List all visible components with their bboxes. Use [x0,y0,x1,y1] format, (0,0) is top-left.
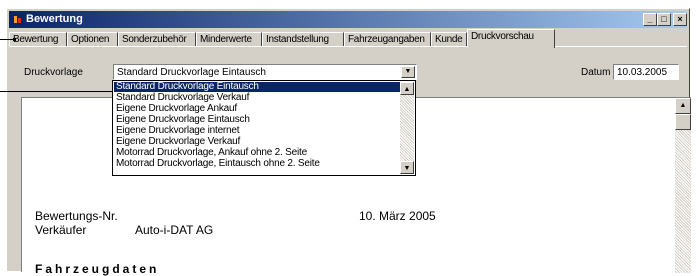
dropdown-option[interactable]: Motorrad Druckvorlage, Ankauf ohne 2. Se… [114,148,400,158]
close-button[interactable]: × [673,13,687,26]
tab-fahrzeugangaben[interactable]: Fahrzeugangaben [344,32,431,47]
datum-field[interactable]: 10.03.2005 [613,64,679,80]
tab-sonderzubehoer[interactable]: Sonderzubehör [118,32,196,47]
window-title: Bewertung [26,13,83,25]
minimize-button[interactable]: _ [643,13,657,26]
dropdown-option[interactable]: Eigene Druckvorlage Eintausch [114,115,400,125]
scroll-thumb[interactable] [675,114,691,130]
app-icon [12,14,24,25]
tab-bewertung[interactable]: Bewertung [9,32,67,47]
datum-value: 10.03.2005 [617,67,668,78]
dropdown-option[interactable]: Motorrad Druckvorlage, Eintausch ohne 2.… [114,159,400,169]
druckvorlage-value: Standard Druckvorlage Eintausch [117,67,266,78]
druckvorlage-select[interactable]: Standard Druckvorlage Eintausch ▼ [113,64,417,80]
scroll-up-icon[interactable]: ▲ [675,98,691,114]
tab-kunde[interactable]: Kunde [431,32,467,47]
dropdown-option[interactable]: Eigene Druckvorlage Verkauf [114,137,400,147]
callout-dot [13,38,16,41]
fahrzeugdaten-heading: Fahrzeugdaten [35,262,160,276]
verkaeufer-label: Verkäufer [35,223,87,237]
tab-strip: Bewertung Optionen Sonderzubehör Minderw… [9,29,687,48]
bewertungs-nr-label: Bewertungs-Nr. [35,209,118,223]
dropdown-scrollbar[interactable]: ▲ ▼ [400,82,414,174]
druckvorlage-dropdown-list[interactable]: Standard Druckvorlage Eintausch Standard… [112,80,416,176]
callout-line [0,91,114,92]
scroll-down-icon[interactable]: ▼ [400,161,414,174]
callout-line [0,39,14,40]
verkaeufer-value: Auto-i-DAT AG [135,223,214,237]
tab-divider [9,46,687,47]
dropdown-option[interactable]: Standard Druckvorlage Eintausch [114,82,400,92]
tab-instandstellung[interactable]: Instandstellung [262,32,344,47]
datum-label: Datum [581,67,611,78]
dropdown-option[interactable]: Standard Druckvorlage Verkauf [114,93,400,103]
document-date: 10. März 2005 [359,209,436,223]
maximize-button[interactable]: □ [657,13,671,26]
title-bar[interactable]: Bewertung _ □ × [9,11,687,28]
tab-druckvorschau[interactable]: Druckvorschau [467,29,555,48]
druckvorlage-label: Druckvorlage [24,67,83,78]
tab-minderwerte[interactable]: Minderwerte [196,32,262,47]
preview-scrollbar[interactable]: ▲ [675,98,691,273]
dropdown-option[interactable]: Eigene Druckvorlage Ankauf [114,104,400,114]
dropdown-option[interactable]: Eigene Druckvorlage internet [114,126,400,136]
chevron-down-icon[interactable]: ▼ [401,66,415,78]
tab-optionen[interactable]: Optionen [67,32,118,47]
scroll-up-icon[interactable]: ▲ [400,82,414,95]
